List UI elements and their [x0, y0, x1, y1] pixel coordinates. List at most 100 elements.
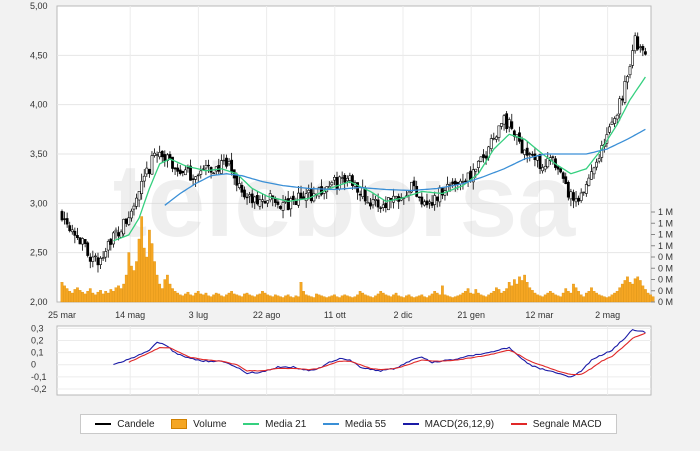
volume-bar — [94, 294, 97, 303]
candle-body — [417, 196, 421, 199]
volume-bar — [561, 292, 565, 303]
volume-bar — [384, 294, 388, 303]
volume-bar — [273, 294, 277, 303]
volume-bar — [70, 292, 74, 303]
legend-item-volume[interactable]: Volume — [171, 419, 227, 430]
candle-body — [620, 98, 624, 101]
chart-legend: Candele Volume Media 21 Media 55 MACD(26… — [80, 414, 617, 434]
volume-bar — [322, 296, 326, 303]
volume-bar — [214, 292, 218, 303]
legend-swatch-candles — [95, 423, 112, 425]
date-tick-label: 12 mar — [525, 310, 553, 320]
volume-bar — [196, 291, 200, 303]
price-tick-label: 4,50 — [30, 50, 48, 60]
candle-body — [309, 189, 313, 202]
legend-item-signal[interactable]: Segnale MACD — [510, 419, 602, 430]
volume-bar — [631, 283, 634, 303]
volume-bar — [423, 296, 426, 303]
legend-swatch-ma55 — [322, 423, 339, 425]
volume-bar — [443, 294, 447, 303]
candle-body — [381, 204, 385, 208]
volume-bar — [525, 282, 529, 303]
volume-bar — [240, 296, 244, 303]
volume-bar — [338, 297, 341, 303]
volume-bar — [502, 291, 506, 303]
volume-bar — [556, 295, 560, 303]
volume-bar — [83, 293, 87, 303]
legend-item-candles[interactable]: Candele — [95, 418, 155, 430]
volume-bar — [546, 292, 550, 303]
volume-bar — [399, 296, 403, 303]
macd-panel — [56, 325, 652, 396]
volume-bar — [137, 238, 141, 303]
volume-bar — [590, 287, 593, 303]
volume-tick-label: 1 M — [658, 218, 673, 228]
date-tick-label: 22 ago — [253, 310, 281, 320]
candle-body — [572, 192, 575, 201]
candle-body — [340, 177, 344, 179]
candle-body — [176, 167, 180, 172]
volume-bar — [415, 296, 419, 303]
volume-bar — [466, 288, 470, 303]
volume-bar — [646, 292, 650, 303]
volume-bar — [248, 294, 251, 303]
volume-bar — [202, 294, 205, 303]
watermark-text: teleborsa — [113, 143, 577, 259]
candle-body — [628, 66, 632, 76]
macd-tick-label: 0,3 — [31, 323, 44, 333]
volume-bar — [155, 274, 159, 303]
price-tick-label: 3,00 — [30, 198, 48, 208]
volume-bar — [374, 295, 377, 303]
volume-bar — [245, 292, 249, 303]
volume-bar — [158, 283, 162, 303]
date-tick-label: 25 mar — [48, 310, 76, 320]
volume-bar — [60, 282, 64, 303]
volume-bar — [317, 294, 321, 303]
volume-bar — [112, 291, 115, 303]
volume-tick-label: 1 M — [658, 241, 673, 251]
legend-item-macd[interactable]: MACD(26,12,9) — [402, 419, 494, 430]
stock-chart: teleborsa 5,00 4,50 4,00 3,50 3,00 2,50 2,0025… — [30, 1, 673, 396]
volume-bar — [268, 295, 272, 303]
volume-bar — [351, 297, 354, 303]
volume-bar — [605, 297, 609, 303]
volume-bar — [315, 293, 318, 303]
volume-bar — [109, 289, 113, 303]
candle-body — [379, 207, 383, 209]
volume-bar — [541, 296, 544, 303]
volume-bar — [127, 252, 131, 303]
candle-body — [299, 192, 303, 199]
volume-bar — [595, 292, 598, 303]
price-tick-label: 2,50 — [30, 248, 48, 258]
candle-body — [608, 126, 611, 133]
volume-bar — [453, 296, 457, 303]
candle-body — [94, 255, 97, 258]
candle-body — [132, 205, 136, 210]
volume-bar — [438, 294, 442, 303]
volume-bar — [410, 296, 413, 303]
candle-body — [464, 180, 467, 183]
legend-item-ma21[interactable]: Media 21 — [243, 419, 306, 430]
macd-tick-label: 0,2 — [31, 336, 44, 346]
candle-body — [217, 165, 221, 172]
candle-body — [510, 121, 514, 129]
volume-bar — [482, 295, 485, 303]
candle-body — [376, 199, 380, 208]
candle-body — [171, 156, 174, 169]
volume-bar — [420, 294, 424, 303]
volume-bar — [379, 291, 383, 303]
candle-body — [541, 167, 545, 172]
volume-bar — [178, 294, 182, 303]
volume-bar — [348, 296, 352, 303]
legend-item-ma55[interactable]: Media 55 — [322, 419, 386, 430]
volume-bar — [148, 229, 151, 303]
candle-body — [335, 177, 339, 189]
candle-body — [291, 195, 295, 200]
candle-body — [466, 172, 470, 182]
candle-body — [207, 164, 210, 167]
legend-swatch-macd — [402, 423, 419, 425]
legend-label-candles: Candele — [117, 418, 155, 430]
volume-bar — [88, 288, 92, 303]
candle-body — [153, 152, 156, 156]
candle-body — [178, 169, 182, 174]
